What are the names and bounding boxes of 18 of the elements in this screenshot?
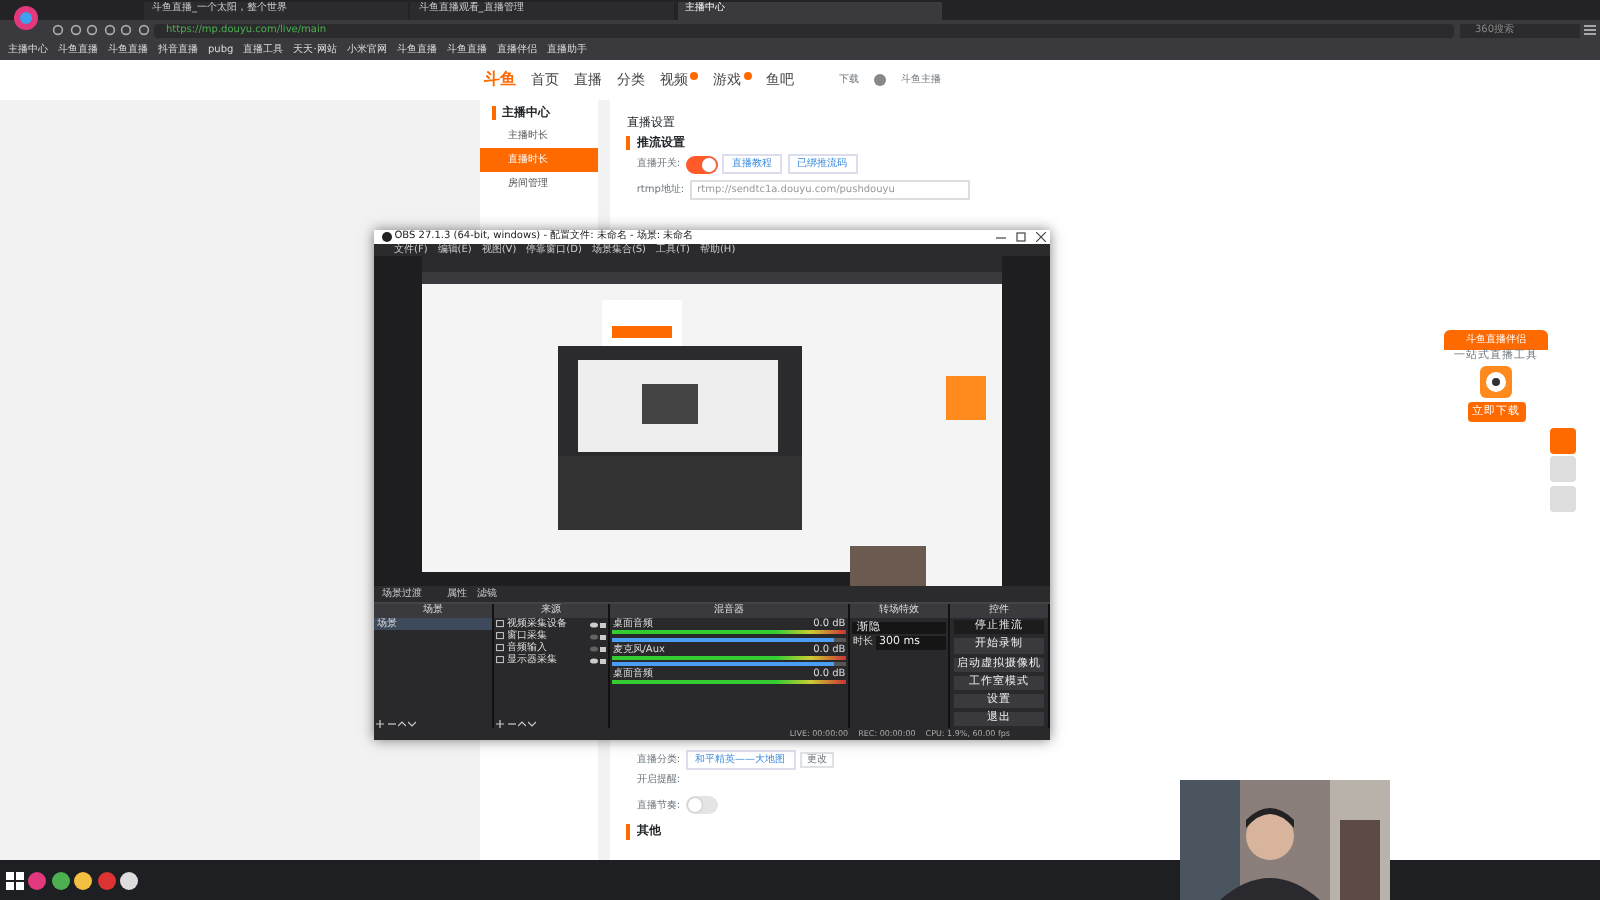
volume-slider[interactable] [612,637,834,642]
toggle-switch[interactable] [685,796,718,815]
close-icon[interactable] [1035,231,1045,242]
volume-slider[interactable] [612,662,834,667]
down-icon[interactable] [408,720,416,729]
up-icon[interactable] [517,720,526,729]
windows-start-icon[interactable] [5,871,23,889]
maximize-icon[interactable] [1015,231,1025,242]
down-icon[interactable] [528,720,536,729]
add-icon[interactable] [496,720,505,729]
menu-icon[interactable] [1584,24,1596,36]
up-icon[interactable] [397,720,406,729]
eye-icon[interactable] [589,657,597,664]
avatar-icon [874,74,886,86]
minimize-icon[interactable] [995,231,1005,242]
eye-icon[interactable] [589,621,597,628]
toggle-switch[interactable] [685,155,718,174]
add-icon[interactable] [376,720,385,729]
